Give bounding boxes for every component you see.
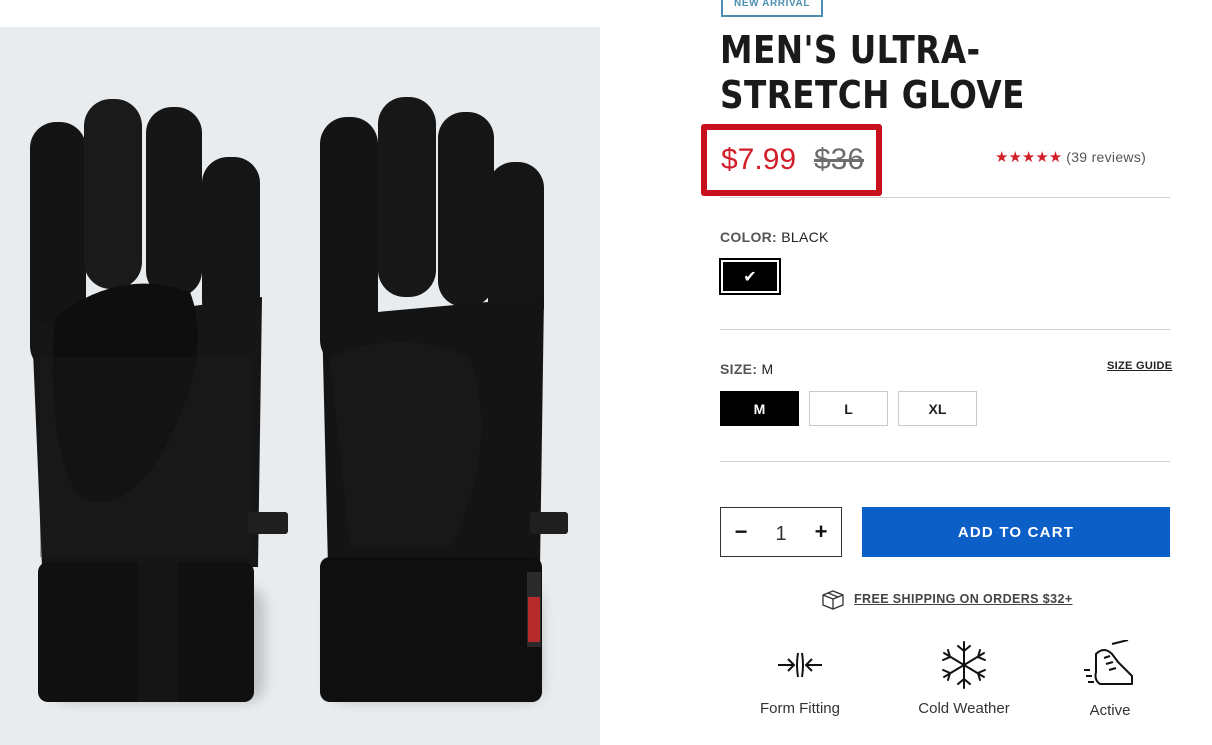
color-label-row: COLOR: BLACK xyxy=(720,229,829,245)
color-value: BLACK xyxy=(781,229,829,245)
quantity-stepper: − 1 + xyxy=(720,507,842,557)
size-value: M xyxy=(761,361,774,377)
color-label: COLOR: xyxy=(720,229,778,245)
product-image[interactable] xyxy=(0,27,600,745)
compress-arrows-icon xyxy=(778,652,822,678)
product-title: MEN'S ULTRA-STRETCH GLOVE xyxy=(720,28,1025,117)
feature-label: Cold Weather xyxy=(918,700,1010,717)
divider xyxy=(720,329,1170,330)
sale-price: $7.99 xyxy=(721,143,797,176)
original-price: $36 xyxy=(814,143,865,176)
feature-cold-weather: Cold Weather xyxy=(894,640,1034,717)
decrease-quantity-button[interactable]: − xyxy=(733,519,749,545)
size-option-l[interactable]: L xyxy=(809,391,888,426)
size-guide-link[interactable]: SIZE GUIDE xyxy=(1107,360,1172,372)
rating[interactable]: ★★★★★ (39 reviews) xyxy=(995,148,1146,166)
star-rating-icon: ★★★★★ xyxy=(995,149,1063,166)
package-icon xyxy=(822,590,844,610)
gloves-illustration xyxy=(30,97,568,702)
right-glove xyxy=(320,97,568,702)
new-arrival-badge: NEW ARRIVAL xyxy=(721,0,824,17)
add-to-cart-button[interactable]: ADD TO CART xyxy=(862,507,1170,557)
feature-label: Form Fitting xyxy=(759,700,840,717)
feature-form-fitting: Form Fitting xyxy=(730,640,870,717)
left-glove xyxy=(30,99,288,702)
reviews-link[interactable]: (39 reviews) xyxy=(1066,149,1146,165)
increase-quantity-button[interactable]: + xyxy=(813,519,829,545)
snowflake-icon xyxy=(942,641,986,689)
feature-active: Active xyxy=(1040,640,1180,719)
size-label-row: SIZE: M xyxy=(720,361,773,377)
checkmark-icon: ✔ xyxy=(743,268,757,286)
running-shoe-icon xyxy=(1084,640,1133,685)
divider xyxy=(720,197,1170,198)
feature-label: Active xyxy=(1089,702,1131,719)
color-swatch-black[interactable]: ✔ xyxy=(720,259,780,294)
size-option-m[interactable]: M xyxy=(720,391,799,426)
free-shipping-link[interactable]: FREE SHIPPING ON ORDERS $32+ xyxy=(854,592,1073,606)
divider xyxy=(720,461,1170,462)
quantity-value[interactable]: 1 xyxy=(775,519,786,546)
size-label: SIZE: xyxy=(720,361,758,377)
free-shipping-banner[interactable]: FREE SHIPPING ON ORDERS $32+ xyxy=(820,588,1073,610)
size-option-xl[interactable]: XL xyxy=(898,391,977,426)
